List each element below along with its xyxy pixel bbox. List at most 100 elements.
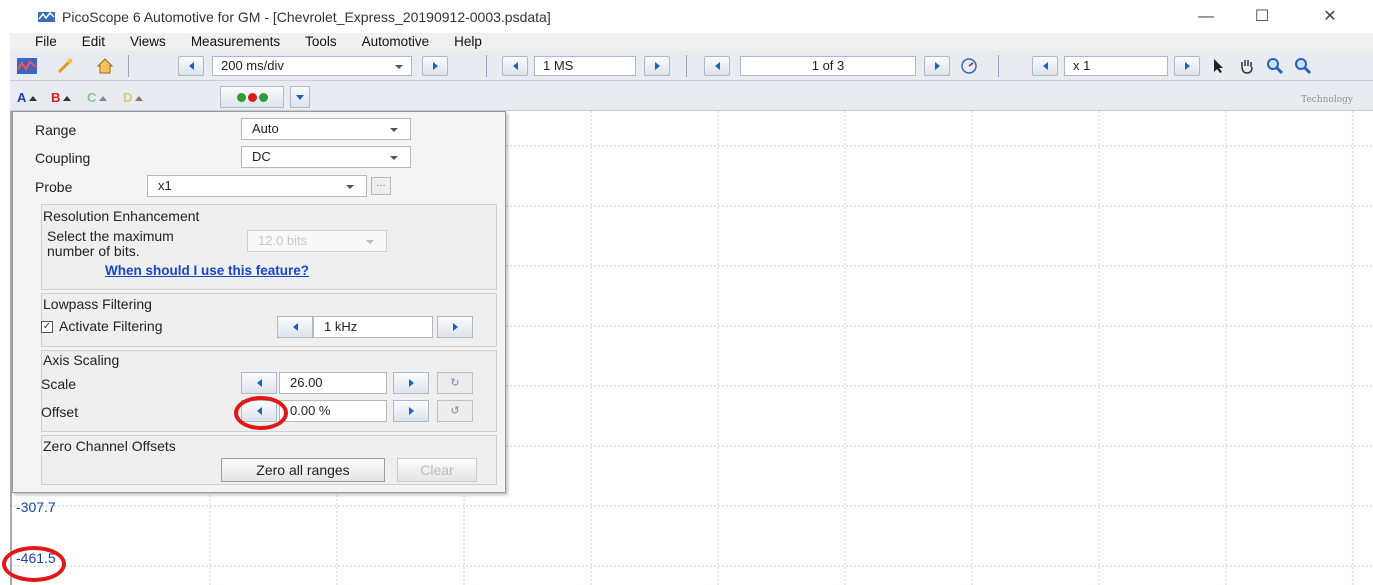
samples-value: 1 MS — [543, 58, 574, 73]
select-tool-icon[interactable] — [1208, 55, 1230, 77]
zero-all-ranges-button[interactable]: Zero all ranges — [221, 458, 385, 482]
picoscope-app-icon — [38, 11, 55, 22]
scope-mode-icon[interactable] — [16, 55, 38, 77]
samples-increase-button[interactable] — [644, 56, 670, 76]
scale-value: 26.00 — [290, 375, 323, 390]
chevron-down-icon — [296, 95, 304, 100]
resolution-help-link[interactable]: When should I use this feature? — [105, 263, 309, 278]
lowpass-filtering-title: Lowpass Filtering — [43, 296, 152, 312]
timebase-increase-button[interactable] — [422, 56, 448, 76]
channel-d-button[interactable]: D — [120, 87, 146, 107]
channel-d-label: D — [123, 89, 133, 105]
offset-reset-button[interactable]: ↺ — [437, 400, 473, 422]
menu-tools[interactable]: Tools — [305, 33, 337, 51]
zoom-value: x 1 — [1073, 58, 1091, 73]
highlight-circle — [234, 396, 288, 430]
probe-wizard-icon[interactable] — [54, 55, 76, 77]
hand-tool-icon[interactable] — [1236, 55, 1258, 77]
probe-select[interactable]: x1 — [147, 175, 367, 197]
zoom-out-icon[interactable] — [1292, 55, 1314, 77]
zero-channel-offsets-title: Zero Channel Offsets — [43, 438, 176, 454]
resolution-bits-select[interactable]: 12.0 bits — [247, 230, 387, 252]
buffer-overview-icon[interactable] — [958, 55, 980, 77]
activate-filtering-label: Activate Filtering — [59, 318, 163, 334]
scale-label: Scale — [41, 376, 77, 392]
coupling-select[interactable]: DC — [241, 146, 411, 168]
minimize-button[interactable]: — — [1186, 4, 1226, 30]
offset-value: 0.00 % — [290, 403, 331, 418]
channel-c-button[interactable]: C — [84, 87, 110, 107]
signal-generator-dropdown[interactable] — [290, 86, 310, 108]
title-bar: PicoScope 6 Automotive for GM - [Chevrol… — [0, 0, 1373, 33]
zoom-increase-button[interactable] — [1174, 56, 1200, 76]
chevron-down-icon — [346, 185, 354, 189]
probe-settings-button[interactable]: … — [371, 177, 391, 195]
main-toolbar: 200 ms/div 1 MS 1 of 3 x 1 — [10, 51, 1373, 81]
menu-measurements[interactable]: Measurements — [191, 33, 280, 51]
scale-field[interactable]: 26.00 — [279, 372, 387, 394]
green-dot-icon — [258, 92, 268, 102]
offset-label: Offset — [41, 404, 79, 420]
window-title: PicoScope 6 Automotive for GM - [Chevrol… — [62, 9, 551, 25]
channel-c-label: C — [87, 89, 97, 105]
maximize-button[interactable]: ☐ — [1242, 4, 1282, 30]
probe-label: Probe — [35, 179, 73, 195]
signal-generator-button[interactable] — [220, 86, 284, 108]
samples-decrease-button[interactable] — [502, 56, 528, 76]
clear-offsets-button[interactable]: Clear — [397, 458, 477, 482]
lowpass-decrease-button[interactable] — [277, 316, 313, 338]
channel-b-label: B — [51, 89, 61, 105]
red-dot-icon — [247, 92, 257, 102]
menu-edit[interactable]: Edit — [82, 33, 105, 51]
lowpass-increase-button[interactable] — [437, 316, 473, 338]
offset-increase-button[interactable] — [393, 400, 429, 422]
timebase-decrease-button[interactable] — [178, 56, 204, 76]
lowpass-frequency-field[interactable]: 1 kHz — [313, 316, 433, 338]
menu-help[interactable]: Help — [454, 33, 482, 51]
logo-text: Technology — [1301, 95, 1353, 105]
menu-bar: File Edit Views Measurements Tools Autom… — [10, 33, 1373, 51]
resolution-enhancement-title: Resolution Enhancement — [43, 208, 200, 224]
home-icon[interactable] — [94, 55, 116, 77]
menu-file[interactable]: File — [35, 33, 57, 51]
scale-reset-button[interactable]: ↻ — [437, 372, 473, 394]
range-label: Range — [35, 122, 77, 138]
buffer-next-button[interactable] — [924, 56, 950, 76]
timebase-select[interactable]: 200 ms/div — [212, 56, 412, 76]
resolution-text: Select the maximum — [47, 228, 174, 244]
range-select[interactable]: Auto — [241, 118, 411, 140]
menu-views[interactable]: Views — [130, 33, 166, 51]
resolution-bits-value: 12.0 bits — [258, 233, 308, 248]
menu-automotive[interactable]: Automotive — [362, 33, 430, 51]
channel-options-panel: Range Auto Coupling DC Probe x1 … Resolu… — [12, 111, 506, 493]
lowpass-frequency-value: 1 kHz — [324, 319, 358, 334]
coupling-value: DC — [252, 149, 271, 164]
samples-field[interactable]: 1 MS — [534, 56, 636, 76]
channel-toolbar: A B C D — [10, 81, 1373, 111]
probe-value: x1 — [158, 178, 172, 193]
zoom-decrease-button[interactable] — [1032, 56, 1058, 76]
chevron-down-icon — [390, 156, 398, 160]
buffer-navigation-field[interactable]: 1 of 3 — [740, 56, 916, 76]
scale-increase-button[interactable] — [393, 372, 429, 394]
scale-decrease-button[interactable] — [241, 372, 277, 394]
zoom-in-icon[interactable] — [1264, 55, 1286, 77]
resolution-text: number of bits. — [47, 243, 140, 259]
highlight-circle — [2, 546, 66, 582]
channel-a-label: A — [17, 89, 27, 105]
close-button[interactable]: ✕ — [1310, 4, 1350, 30]
activate-filtering-checkbox[interactable]: ✓ — [41, 321, 53, 333]
axis-scaling-title: Axis Scaling — [43, 352, 120, 368]
offset-field[interactable]: 0.00 % — [279, 400, 387, 422]
channel-b-button[interactable]: B — [48, 87, 74, 107]
chevron-down-icon — [395, 65, 403, 69]
zoom-field[interactable]: x 1 — [1064, 56, 1168, 76]
buffer-previous-button[interactable] — [704, 56, 730, 76]
green-dot-icon — [236, 92, 246, 102]
timebase-value: 200 ms/div — [221, 58, 284, 73]
chevron-down-icon — [390, 128, 398, 132]
buffer-value: 1 of 3 — [811, 58, 845, 73]
channel-a-button[interactable]: A — [14, 87, 40, 107]
range-value: Auto — [252, 121, 279, 136]
chevron-down-icon — [366, 240, 374, 244]
